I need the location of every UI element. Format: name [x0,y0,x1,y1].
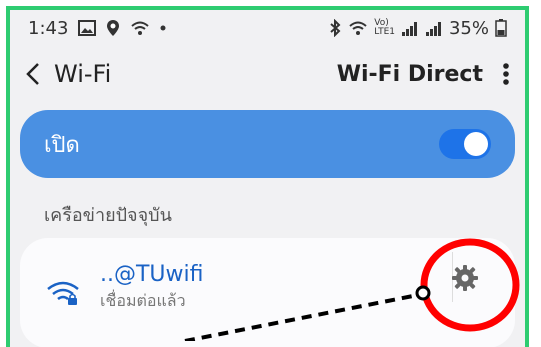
more-options-icon[interactable] [503,62,509,86]
battery-percent: 35% [448,17,489,39]
wifi-status-icon [130,20,150,36]
wifi-toggle-switch[interactable] [439,129,491,159]
app-bar: Wi-Fi Wi-Fi Direct [10,46,525,102]
back-button[interactable]: Wi-Fi [26,60,111,88]
status-right: Vo) LTE1 35% [328,18,507,39]
gear-icon [449,265,481,298]
network-name: ..@TUwifi [100,262,204,287]
wifi-locked-icon [46,279,80,307]
signal-2-icon [425,20,443,36]
network-text: ..@TUwifi เชื่อมต่อแล้ว [100,262,204,314]
dot-icon [160,25,166,31]
switch-knob [464,132,488,156]
network-settings-button[interactable] [449,262,481,294]
wifi-toggle-card[interactable]: เปิด [20,110,515,178]
battery-icon [495,19,507,37]
signal-1-icon [401,20,419,36]
page-title: Wi-Fi [54,60,112,88]
location-icon [106,19,120,37]
lte-label: LTE1 [374,27,395,37]
app-bar-actions: Wi-Fi Direct [337,62,509,87]
status-bar: 1:43 Vo) LTE1 35% [10,10,525,46]
network-type: Vo) LTE1 [374,19,395,37]
current-network-item[interactable]: ..@TUwifi เชื่อมต่อแล้ว [20,238,515,347]
wifi-calling-icon [348,20,368,36]
status-left: 1:43 [28,18,166,39]
gallery-icon [78,20,97,36]
bluetooth-icon [328,19,342,37]
network-status: เชื่อมต่อแล้ว [100,291,186,310]
status-time: 1:43 [28,17,69,39]
current-network-heading: เครือข่ายปัจจุบัน [44,205,172,226]
wifi-direct-button[interactable]: Wi-Fi Direct [337,62,483,87]
back-arrow-icon [26,62,40,86]
wifi-toggle-label: เปิด [44,132,80,158]
